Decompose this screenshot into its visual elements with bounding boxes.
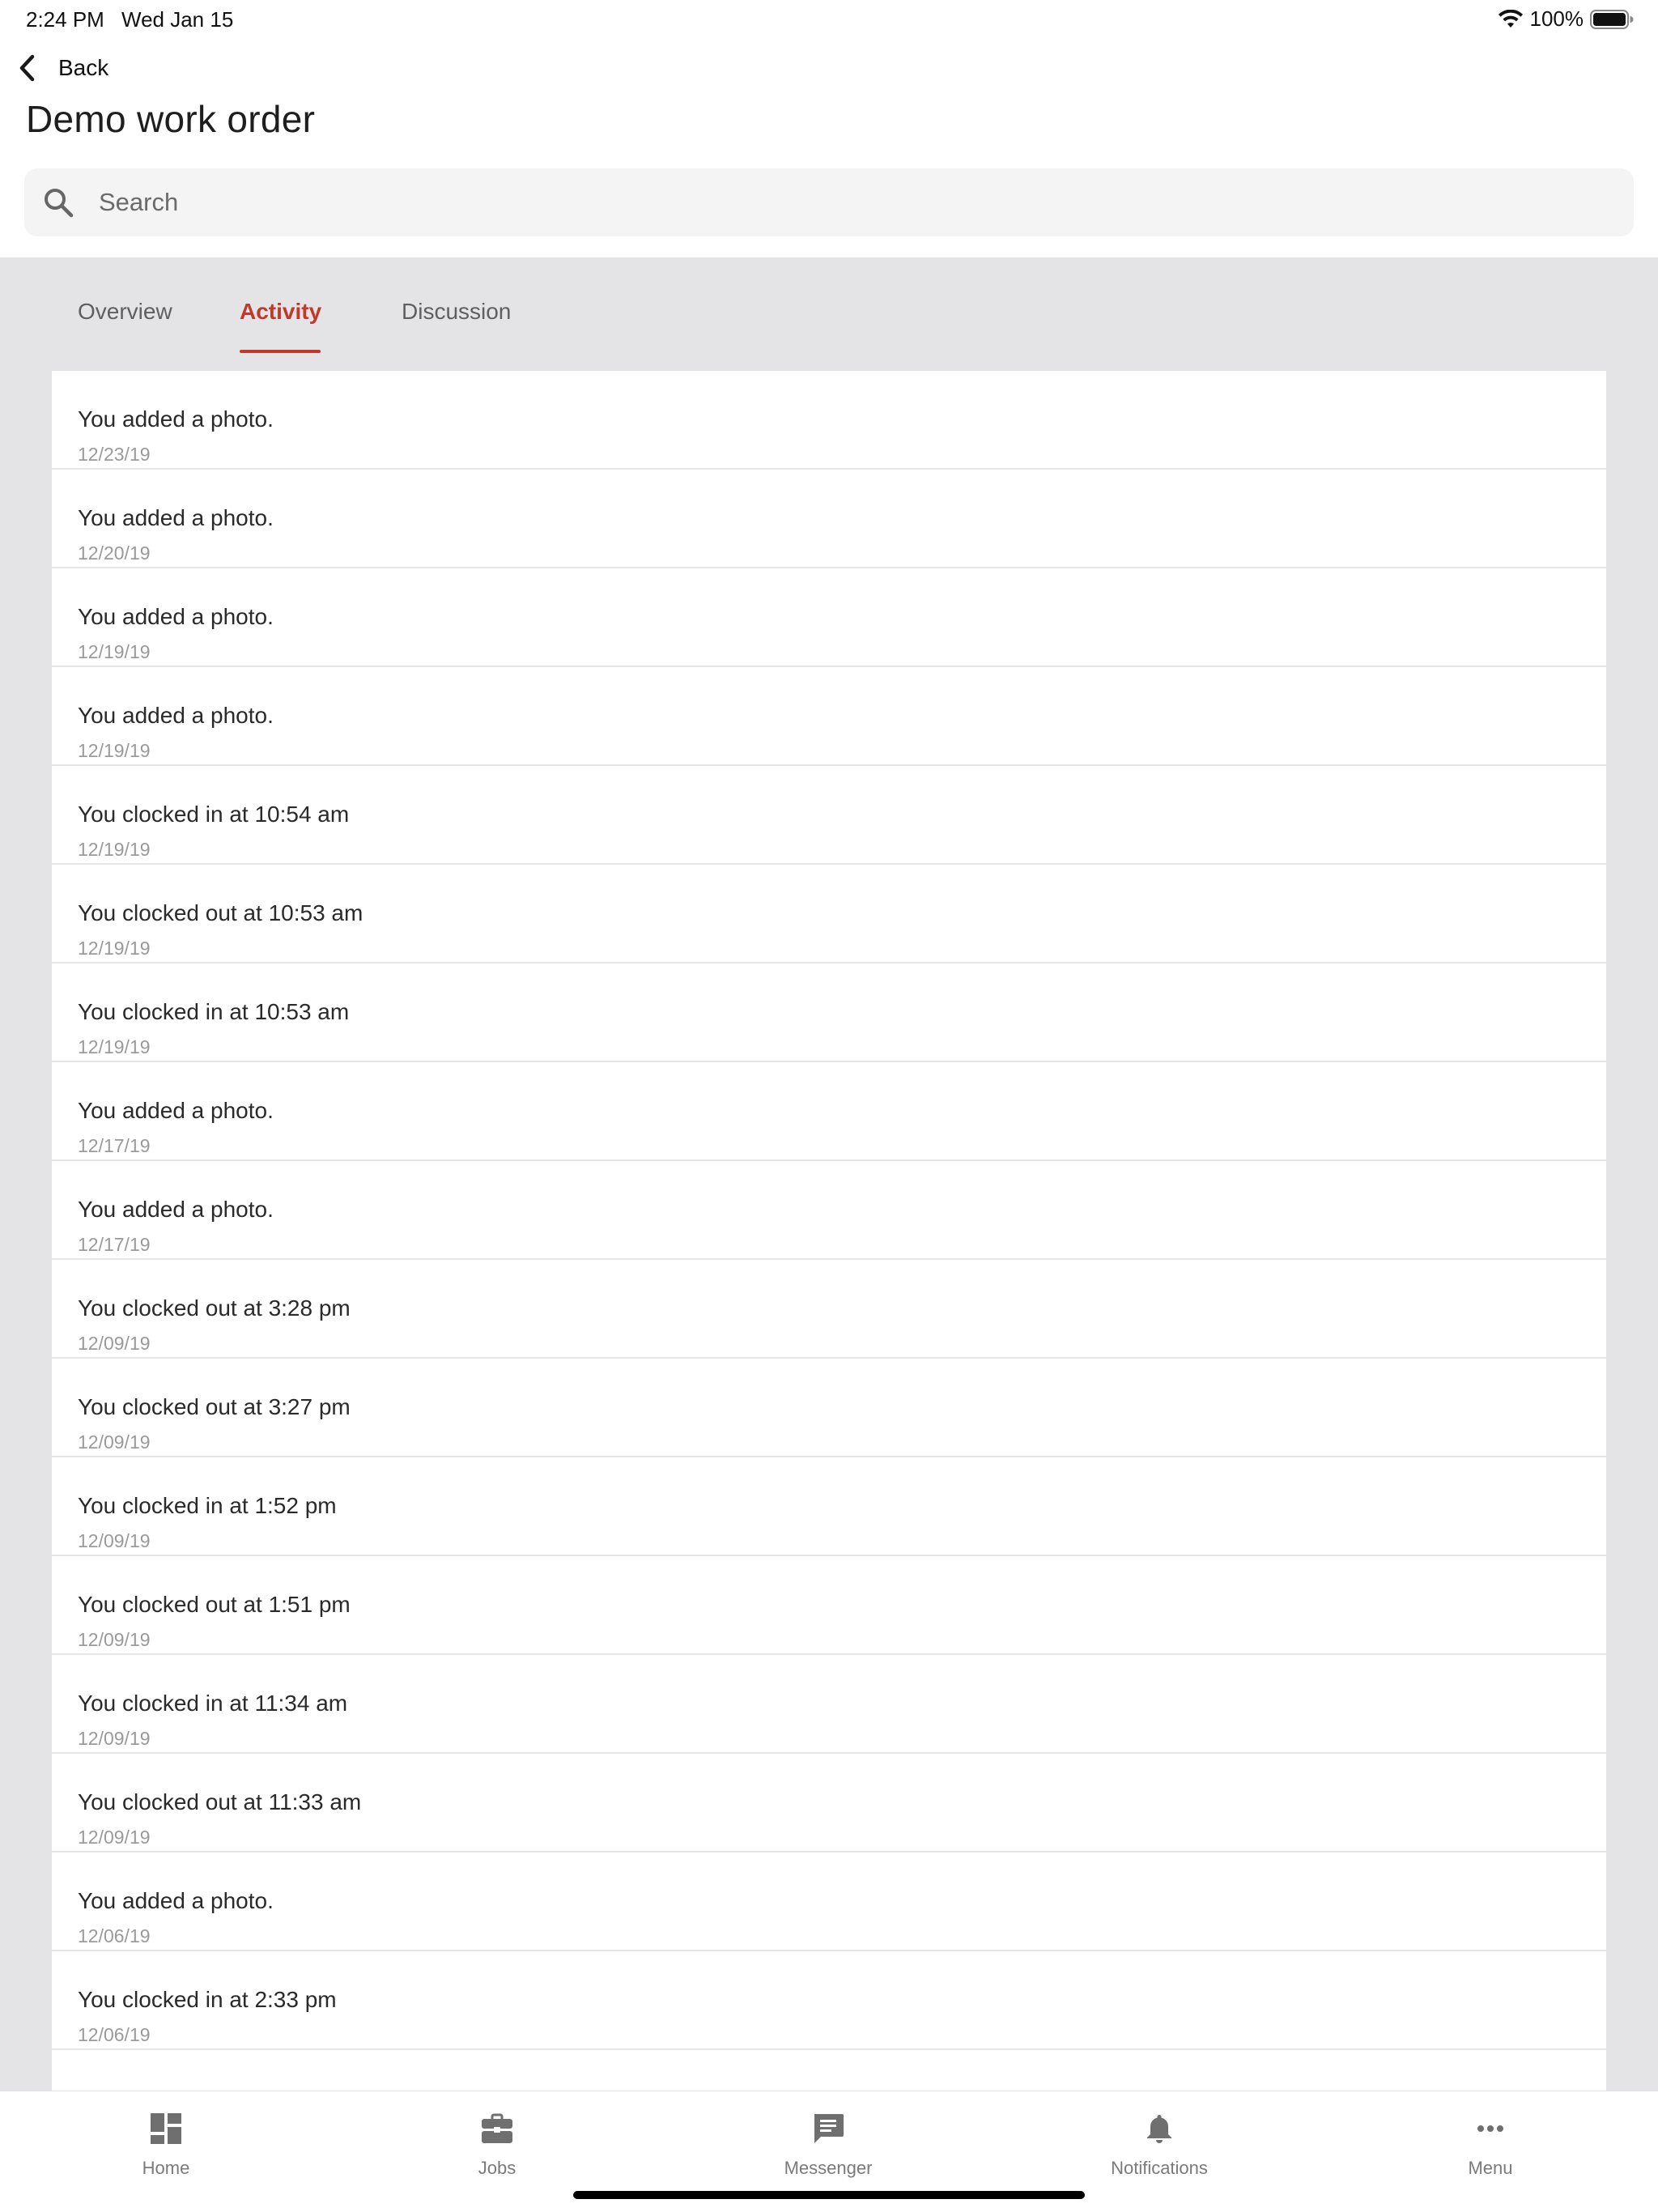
activity-date: 12/09/19 <box>78 1629 151 1650</box>
activity-date: 12/06/19 <box>78 2024 151 2045</box>
activity-text: You added a photo. <box>78 1197 274 1222</box>
nav-menu[interactable]: Menu <box>1369 2112 1612 2185</box>
activity-list: You added a photo. 12/23/19 You added a … <box>52 371 1606 2091</box>
dashboard-icon <box>151 2113 181 2144</box>
battery-icon <box>1590 9 1634 29</box>
page-title: Demo work order <box>26 98 316 140</box>
activity-date: 12/09/19 <box>78 1530 151 1551</box>
activity-text: You clocked out at 11:33 am <box>78 1789 362 1814</box>
nav-jobs[interactable]: Jobs <box>376 2112 619 2185</box>
activity-item[interactable]: You clocked in at 1:52 pm 12/09/19 <box>52 1457 1606 1556</box>
activity-date: 12/09/19 <box>78 1827 151 1848</box>
activity-text: You clocked in at 1:52 pm <box>78 1493 337 1518</box>
activity-item[interactable]: You added a photo. 12/19/19 <box>52 667 1606 766</box>
nav-home[interactable]: Home <box>45 2112 287 2185</box>
activity-item[interactable]: You clocked in at 11:34 am 12/09/19 <box>52 1655 1606 1754</box>
active-tab-indicator <box>240 350 321 353</box>
bell-icon <box>1147 2115 1171 2143</box>
activity-date: 12/19/19 <box>78 1036 151 1057</box>
chat-icon <box>814 2114 844 2143</box>
nav-label: Home <box>142 2158 190 2178</box>
battery-percentage: 100% <box>1529 6 1584 31</box>
chevron-left-icon <box>19 54 35 82</box>
tab-discussion[interactable]: Discussion <box>402 299 511 325</box>
activity-item[interactable]: You clocked in at 2:33 pm 12/06/19 <box>52 1951 1606 2050</box>
tab-overview[interactable]: Overview <box>78 299 172 325</box>
activity-item[interactable]: You clocked in at 10:54 am 12/19/19 <box>52 766 1606 865</box>
activity-item[interactable]: You clocked out at 11:33 am 12/09/19 <box>52 1754 1606 1853</box>
activity-date: 12/06/19 <box>78 1925 151 1946</box>
nav-messenger[interactable]: Messenger <box>707 2112 950 2185</box>
back-label: Back <box>58 55 109 80</box>
tab-activity[interactable]: Activity <box>240 299 321 325</box>
activity-text: You added a photo. <box>78 406 274 432</box>
nav-notifications[interactable]: Notifications <box>1038 2112 1281 2185</box>
status-date: Wed Jan 15 <box>121 7 234 32</box>
activity-text: You added a photo. <box>78 703 274 728</box>
activity-item[interactable]: You added a photo. 12/17/19 <box>52 1062 1606 1161</box>
nav-label: Messenger <box>784 2158 873 2178</box>
activity-date: 12/09/19 <box>78 1431 151 1453</box>
activity-item[interactable]: You clocked out at 10:53 am 12/19/19 <box>52 865 1606 963</box>
status-indicators: 100% <box>1498 6 1635 32</box>
activity-item[interactable]: You added a photo. 12/20/19 <box>52 470 1606 568</box>
activity-date: 12/17/19 <box>78 1135 151 1156</box>
back-button[interactable]: Back <box>15 50 108 86</box>
activity-text: You clocked out at 1:51 pm <box>78 1592 351 1617</box>
activity-item[interactable]: You added a photo. 12/23/19 <box>52 371 1606 470</box>
activity-item[interactable]: You clocked out at 3:28 pm 12/09/19 <box>52 1260 1606 1359</box>
activity-text: You clocked in at 10:53 am <box>78 999 350 1024</box>
status-time: 2:24 PM <box>26 7 104 32</box>
home-indicator[interactable] <box>573 2191 1085 2199</box>
activity-date: 12/19/19 <box>78 938 151 959</box>
nav-label: Jobs <box>478 2158 517 2178</box>
search-bar[interactable] <box>24 168 1634 236</box>
activity-text: You clocked out at 10:53 am <box>78 900 363 925</box>
activity-date: 12/23/19 <box>78 444 151 465</box>
activity-date: 12/17/19 <box>78 1234 151 1255</box>
app: 2:24 PM Wed Jan 15 100% Back Demo work o… <box>0 0 1658 2212</box>
wifi-icon <box>1498 9 1523 28</box>
activity-date: 12/19/19 <box>78 641 151 662</box>
nav-label: Menu <box>1468 2158 1513 2178</box>
search-icon <box>45 189 74 218</box>
activity-item[interactable]: You added a photo. 12/19/19 <box>52 568 1606 667</box>
activity-date: 12/09/19 <box>78 1728 151 1749</box>
more-icon <box>1477 2125 1503 2132</box>
activity-text: You clocked in at 10:54 am <box>78 802 350 827</box>
nav-label: Notifications <box>1111 2158 1208 2178</box>
activity-item[interactable]: You added a photo. 12/06/19 <box>52 1853 1606 1951</box>
activity-text: You added a photo. <box>78 1888 274 1913</box>
activity-text: You clocked in at 2:33 pm <box>78 1987 337 2012</box>
activity-text: You clocked out at 3:27 pm <box>78 1394 351 1419</box>
activity-text: You added a photo. <box>78 1098 274 1123</box>
activity-text: You added a photo. <box>78 505 274 530</box>
activity-item[interactable]: You clocked out at 1:51 pm 12/09/19 <box>52 1556 1606 1655</box>
activity-date: 12/09/19 <box>78 1333 151 1354</box>
briefcase-icon <box>482 2113 512 2143</box>
content-panel: Overview Activity Discussion You added a… <box>0 257 1658 2091</box>
activity-date: 12/19/19 <box>78 839 151 860</box>
activity-text: You clocked out at 3:28 pm <box>78 1295 351 1321</box>
tab-bar: Overview Activity Discussion <box>0 257 1658 355</box>
activity-date: 12/19/19 <box>78 740 151 761</box>
activity-text: You clocked in at 11:34 am <box>78 1691 348 1716</box>
activity-item[interactable]: You clocked in at 10:53 am 12/19/19 <box>52 963 1606 1062</box>
activity-date: 12/20/19 <box>78 542 151 564</box>
activity-item[interactable]: You clocked out at 3:27 pm 12/09/19 <box>52 1359 1606 1457</box>
status-bar: 2:24 PM Wed Jan 15 100% <box>0 0 1658 37</box>
search-input[interactable] <box>99 188 1556 217</box>
activity-text: You added a photo. <box>78 604 274 629</box>
activity-item[interactable]: You added a photo. 12/17/19 <box>52 1161 1606 1260</box>
